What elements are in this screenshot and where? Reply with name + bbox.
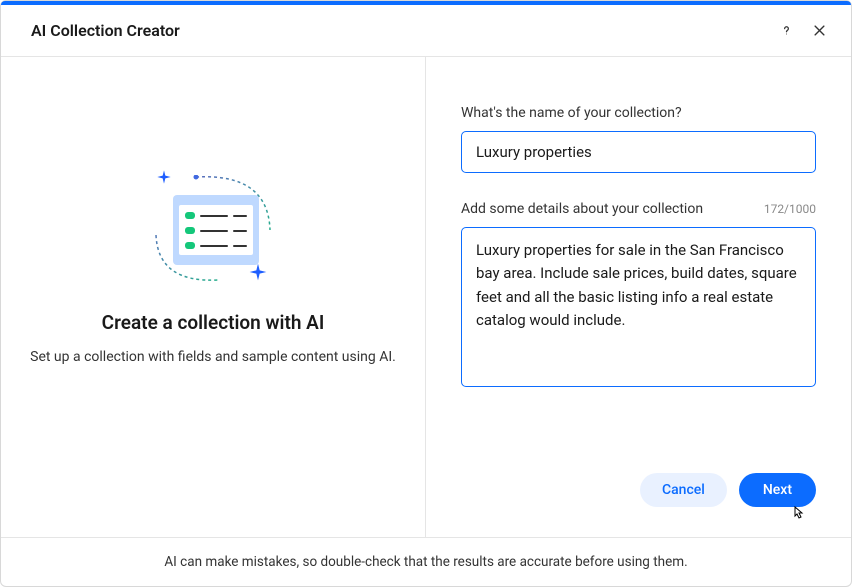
- ai-illustration: [138, 167, 288, 297]
- left-subtitle: Set up a collection with fields and samp…: [30, 348, 396, 368]
- details-label: Add some details about your collection: [461, 201, 703, 217]
- modal-header: AI Collection Creator: [1, 5, 851, 57]
- button-row: Cancel Next: [640, 473, 816, 507]
- right-panel: What's the name of your collection? Add …: [426, 57, 851, 537]
- next-button[interactable]: Next: [739, 473, 816, 507]
- collection-details-input[interactable]: [461, 227, 816, 387]
- ai-collection-creator-modal: AI Collection Creator: [0, 0, 852, 587]
- details-field-group: Add some details about your collection 1…: [461, 201, 816, 391]
- cancel-button[interactable]: Cancel: [640, 473, 727, 507]
- left-title: Create a collection with AI: [102, 311, 325, 334]
- left-panel: Create a collection with AI Set up a col…: [1, 57, 426, 537]
- modal-body: Create a collection with AI Set up a col…: [1, 57, 851, 537]
- name-label: What's the name of your collection?: [461, 105, 816, 121]
- collection-name-input[interactable]: [461, 131, 816, 173]
- header-actions: [779, 23, 827, 38]
- close-icon[interactable]: [812, 23, 827, 38]
- cursor-icon: [790, 505, 806, 523]
- modal-title: AI Collection Creator: [31, 21, 180, 40]
- modal-footer: AI can make mistakes, so double-check th…: [1, 537, 851, 586]
- char-count: 172/1000: [764, 202, 816, 216]
- disclaimer-text: AI can make mistakes, so double-check th…: [164, 554, 687, 570]
- name-field-group: What's the name of your collection?: [461, 105, 816, 173]
- help-icon[interactable]: [779, 23, 794, 38]
